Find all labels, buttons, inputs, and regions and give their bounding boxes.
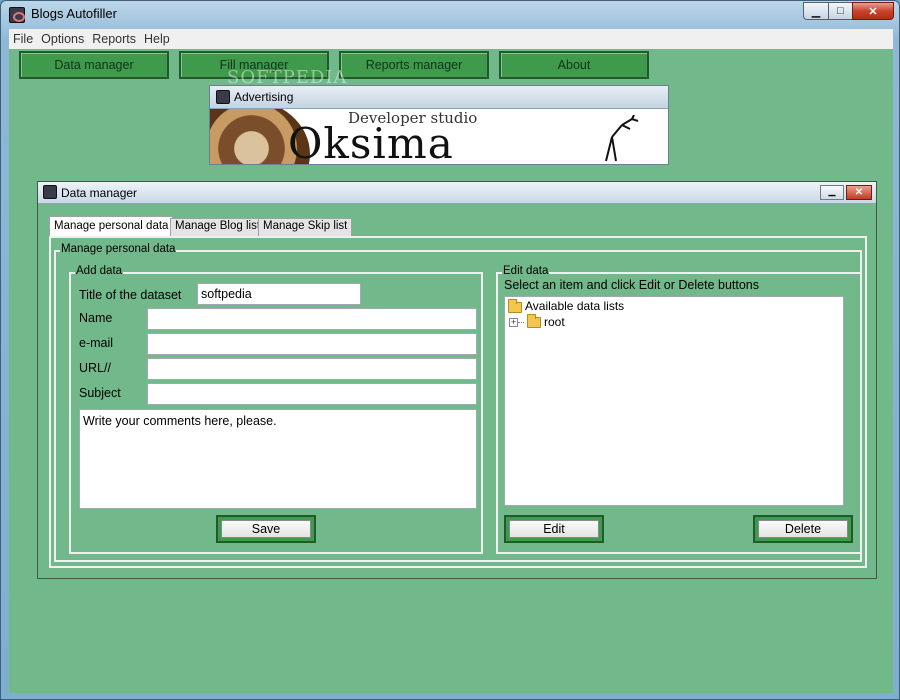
tree-connector (518, 322, 524, 323)
save-button-label: Save (221, 520, 311, 538)
advertising-title-bar: Advertising (210, 86, 668, 109)
data-manager-title: Data manager (61, 186, 138, 200)
advertising-title: Advertising (234, 90, 294, 104)
data-manager-button[interactable]: Data manager (19, 51, 169, 79)
close-button[interactable]: ✕ (852, 2, 894, 20)
reports-manager-button[interactable]: Reports manager (339, 51, 489, 79)
data-manager-close-button[interactable]: ✕ (846, 185, 872, 200)
tree-item-root[interactable]: root (544, 315, 565, 329)
banner-brand: Oksima (288, 119, 454, 164)
delete-button-label: Delete (758, 520, 848, 538)
menu-help[interactable]: Help (140, 32, 174, 46)
window-title: Blogs Autofiller (31, 6, 117, 21)
edit-button-label: Edit (509, 520, 599, 538)
folder-icon (527, 314, 541, 328)
data-manager-icon (43, 185, 57, 199)
menu-file[interactable]: File (9, 32, 37, 46)
delete-button[interactable]: Delete (753, 515, 853, 543)
menu-reports[interactable]: Reports (88, 32, 140, 46)
name-label: Name (79, 311, 113, 325)
data-manager-minimize-button[interactable]: ▁ (820, 185, 844, 200)
advertising-panel: Advertising Developer studio Oksima (209, 85, 669, 165)
folder-icon (508, 299, 522, 313)
title-bar[interactable]: Blogs Autofiller ▁ □ ✕ (1, 1, 899, 29)
data-manager-title-bar[interactable]: Data manager ▁ ✕ (38, 182, 876, 204)
manage-personal-data-group: Manage personal data Add data Title of t… (54, 243, 862, 562)
app-icon (9, 7, 25, 23)
dataset-title-label: Title of the dataset (79, 288, 182, 302)
tab-manage-blog-list[interactable]: Manage Blog list (170, 218, 266, 236)
url-input[interactable] (147, 358, 477, 380)
edit-data-title: Edit data (502, 265, 550, 277)
maximize-button[interactable]: □ (828, 2, 853, 20)
tree-expand-icon[interactable]: + (509, 318, 518, 327)
data-lists-tree[interactable]: Available data lists + root (504, 296, 844, 506)
minimize-button[interactable]: ▁ (803, 2, 829, 20)
url-label: URL// (79, 361, 111, 375)
tree-item-available-data-lists[interactable]: Available data lists (525, 299, 624, 313)
menu-options[interactable]: Options (37, 32, 88, 46)
client-area: Data manager Fill manager Reports manage… (9, 49, 893, 693)
banner-figure-icon (605, 115, 639, 162)
tab-manage-personal-data[interactable]: Manage personal data (49, 216, 174, 237)
add-data-group: Add data Title of the dataset softpedia … (69, 265, 483, 554)
email-input[interactable] (147, 333, 477, 355)
tab-manage-skip-list[interactable]: Manage Skip list (258, 218, 353, 236)
advertising-icon (216, 90, 230, 104)
about-button[interactable]: About (499, 51, 649, 79)
menu-bar: File Options Reports Help (9, 29, 893, 49)
tab-panel: Manage personal data Add data Title of t… (49, 236, 867, 568)
edit-data-group: Edit data Select an item and click Edit … (496, 265, 862, 554)
save-button[interactable]: Save (216, 515, 316, 543)
advertising-banner[interactable]: Developer studio Oksima (210, 109, 668, 164)
edit-button[interactable]: Edit (504, 515, 604, 543)
app-window: Blogs Autofiller ▁ □ ✕ File Options Repo… (0, 0, 900, 700)
subject-label: Subject (79, 386, 121, 400)
data-manager-window: Data manager ▁ ✕ Manage personal data Ma… (37, 181, 877, 579)
comments-textarea[interactable]: Write your comments here, please. (79, 409, 477, 509)
email-label: e-mail (79, 336, 114, 350)
edit-data-hint: Select an item and click Edit or Delete … (504, 278, 759, 292)
name-input[interactable] (147, 308, 477, 330)
group-title: Manage personal data (60, 243, 177, 255)
dataset-title-input[interactable]: softpedia (197, 283, 361, 305)
add-data-title: Add data (75, 265, 124, 277)
subject-input[interactable] (147, 383, 477, 405)
